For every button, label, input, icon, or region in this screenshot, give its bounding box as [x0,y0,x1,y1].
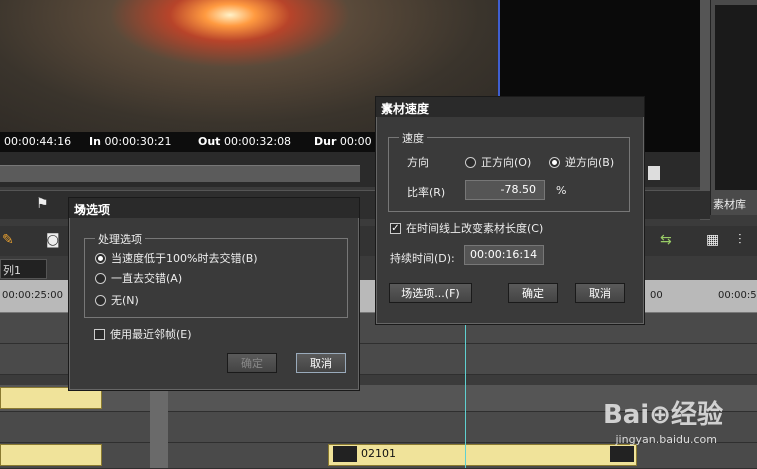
close-icon[interactable]: ✕ [381,100,637,118]
radio-dot [95,294,106,306]
panel-divider[interactable] [700,0,710,220]
cancel-button[interactable]: 取消 [575,283,625,303]
group-label: 处理选项 [95,231,145,247]
checkbox-box [94,328,105,340]
sequence-tab[interactable]: 列1 [0,259,47,279]
library-pane [715,5,757,190]
scrub-bar[interactable] [0,165,360,182]
timeline-clip[interactable] [0,444,102,466]
baidu-watermark: Bai⊕经验 [602,400,723,430]
group-label: 速度 [399,130,427,146]
change-length-checkbox[interactable]: ✓ 在时间线上改变素材长度(C) [390,220,543,236]
rate-input[interactable]: -78.50 [465,180,545,200]
close-icon[interactable]: ✕ [74,201,352,219]
library-tab[interactable]: 素材库 [713,196,746,212]
dur-timecode: 00:00 [339,135,372,148]
rate-label: 比率(R) [407,186,446,199]
track-switch-icon[interactable]: ⇆ [660,232,672,248]
cancel-button[interactable]: 取消 [296,353,346,373]
scrub-handle[interactable] [648,166,660,180]
ruler-label: 00:00:25:00 [2,290,64,301]
nearest-frame-checkbox[interactable]: 使用最近邻帧(E) [94,326,192,342]
timeline-region [150,387,168,468]
duration-label: 持续时间(D): [390,252,455,265]
rate-unit: % [556,184,567,197]
clip-label: 02101 [361,447,396,460]
camera-icon[interactable]: ◙ [46,232,60,248]
radio-none[interactable]: 无(N) [95,292,139,308]
clip-thumbnail [333,446,357,462]
ok-button[interactable]: 确定 [508,283,558,303]
checkbox-box: ✓ [390,222,401,234]
speed-group: 速度 方向 正方向(O) 逆方向(B) 比率(R) -78.50 % [388,130,630,212]
field-options-button[interactable]: 场选项...(F) [389,283,472,303]
timeline-clip[interactable]: 02101 [328,444,637,466]
dur-label: Dur [314,135,337,148]
radio-deinterlace-slow[interactable]: 当速度低于100%时去交错(B) [95,250,258,266]
library-panel: 素材库 [710,0,757,215]
out-timecode: 00:00:32:08 [223,135,292,148]
mixer-icon[interactable]: ⫶ [738,232,742,248]
in-timecode: 00:00:30:21 [104,135,172,148]
radio-dot [95,252,106,264]
dialog-titlebar[interactable]: 素材速度 ✕ [376,97,644,118]
out-label: Out [198,135,221,148]
timeline-track: 02101 [0,443,757,469]
radio-dot [549,156,560,168]
radio-forward[interactable]: 正方向(O) [465,154,531,170]
field-options-dialog: 场选项 ✕ 处理选项 当速度低于100%时去交错(B) 一直去交错(A) 无(N… [68,197,360,391]
radio-dot [95,272,106,284]
watermark-url: jingyan.baidu.com [615,433,717,446]
razor-icon[interactable]: ✎ [2,232,14,248]
ruler-label: 00 [650,290,663,301]
dialog-titlebar[interactable]: 场选项 ✕ [69,198,359,219]
clip-speed-dialog: 素材速度 ✕ 速度 方向 正方向(O) 逆方向(B) 比率(R) -78.50 … [375,96,645,325]
radio-reverse[interactable]: 逆方向(B) [549,154,614,170]
duration-input[interactable]: 00:00:16:14 [464,245,544,265]
radio-deinterlace-always[interactable]: 一直去交错(A) [95,270,182,286]
current-timecode: 00:00:44:16 [4,135,72,148]
in-label: In [89,135,101,148]
radio-dot [465,156,476,168]
ok-button[interactable]: 确定 [227,353,277,373]
marker-icon[interactable]: ⚑ [36,196,49,212]
clip-thumbnail [610,446,634,462]
processing-options-group: 处理选项 当速度低于100%时去交错(B) 一直去交错(A) 无(N) [84,231,348,318]
ruler-label: 00:00:5 [718,290,757,301]
direction-label: 方向 [407,156,429,169]
grid-icon[interactable]: ▦ [706,232,719,248]
